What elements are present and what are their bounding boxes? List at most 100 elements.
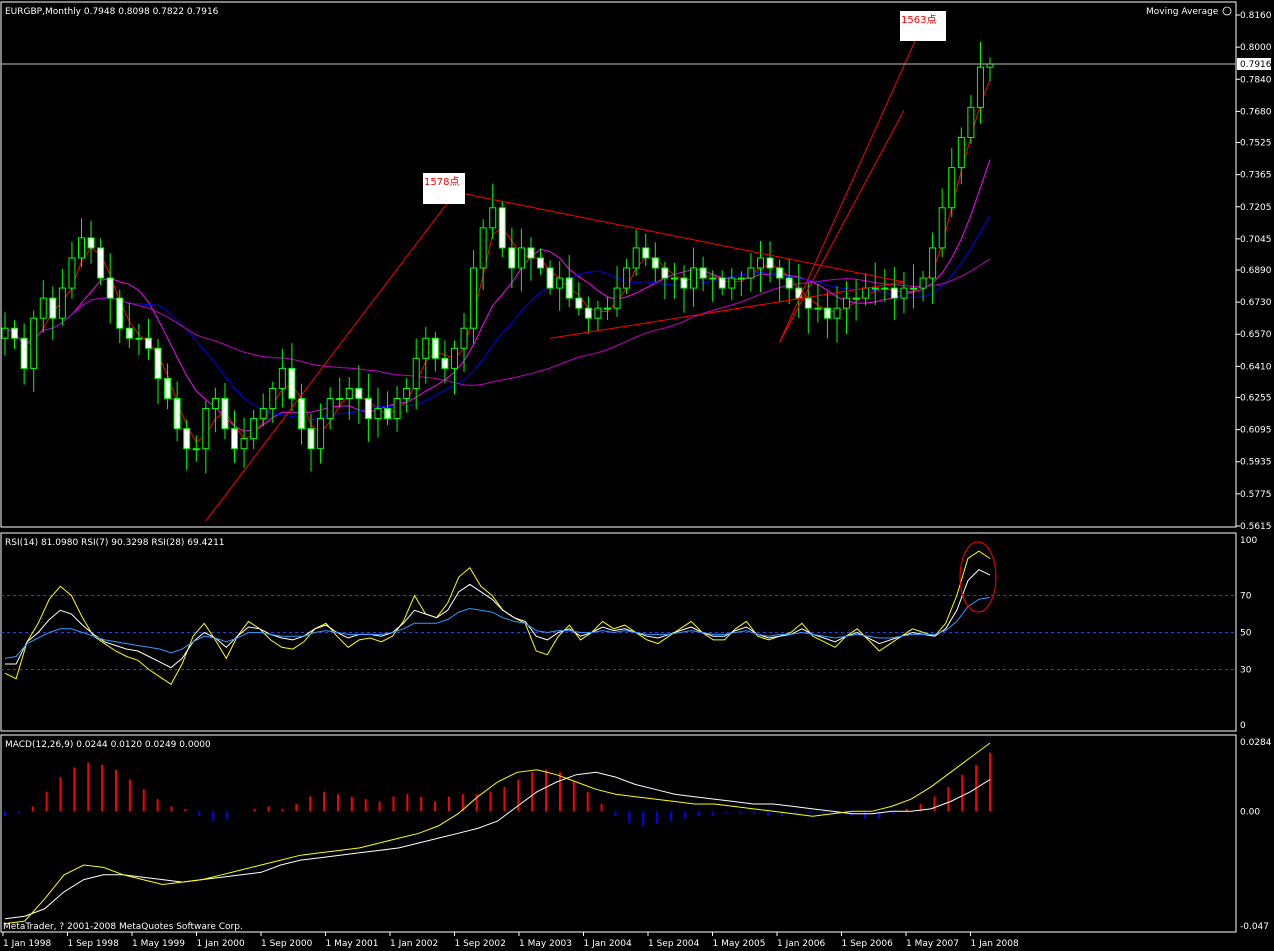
candle-body bbox=[11, 327, 19, 339]
candle-body bbox=[690, 267, 698, 289]
candle-body bbox=[948, 167, 956, 209]
candle-body bbox=[441, 357, 449, 369]
rsi-lines bbox=[4, 550, 991, 686]
candle-body bbox=[575, 297, 583, 309]
rsi-line-2 bbox=[4, 596, 991, 659]
candle-body bbox=[632, 247, 640, 269]
candle-body bbox=[670, 277, 678, 280]
annotation-left-move: 1578点 bbox=[424, 176, 459, 188]
candle-body bbox=[211, 398, 219, 410]
candle-body bbox=[890, 287, 898, 299]
candle-body bbox=[317, 418, 325, 450]
candle-body bbox=[78, 237, 86, 259]
candle-body bbox=[709, 277, 717, 280]
candle-body bbox=[556, 277, 564, 289]
macd-pane-frame bbox=[0, 734, 1237, 933]
x-tick-label: 1 Sep 2002 bbox=[455, 939, 506, 949]
candle-body bbox=[1, 327, 9, 339]
candle-body bbox=[957, 136, 965, 169]
candle-body bbox=[259, 408, 267, 420]
candle-body bbox=[871, 287, 879, 290]
price-tick-label: 0.5615 bbox=[1240, 522, 1272, 532]
candle-body bbox=[823, 307, 831, 319]
candle-body bbox=[699, 267, 707, 279]
rsi-levels: 100 70 50 30 0 bbox=[1, 536, 1257, 731]
candle-body bbox=[527, 247, 535, 259]
smiley-icon bbox=[1222, 6, 1232, 16]
candle-body bbox=[938, 207, 946, 249]
price-tick-label: 0.7840 bbox=[1240, 75, 1272, 85]
candle-body bbox=[250, 418, 258, 440]
chart-title: EURGBP,Monthly 0.7948 0.8098 0.7822 0.79… bbox=[5, 7, 219, 17]
rsi-header: RSI(14) 81.0980 RSI(7) 90.3298 RSI(28) 6… bbox=[5, 538, 225, 548]
candle-body bbox=[269, 387, 277, 410]
price-tag: 0.7916 bbox=[1240, 60, 1272, 70]
candle-body bbox=[460, 327, 468, 349]
candle-body bbox=[909, 287, 917, 290]
time-x-axis: 1 Jan 1998 1 Sep 1998 1 May 1999 1 Jan 2000… bbox=[2, 932, 1019, 949]
candle-body bbox=[862, 287, 870, 299]
candle-body bbox=[384, 408, 392, 420]
candle-body bbox=[49, 297, 57, 319]
candle-body bbox=[221, 398, 229, 430]
candle-body bbox=[900, 287, 908, 299]
candle-body bbox=[843, 297, 851, 309]
x-tick-label: 1 Jan 2000 bbox=[197, 939, 245, 949]
candle-body bbox=[776, 267, 784, 279]
rsi-line-0 bbox=[4, 550, 991, 686]
macd-y-axis: 0.0284 0.00 -0.047 bbox=[1240, 738, 1272, 932]
candle-body bbox=[919, 277, 927, 289]
candle-body bbox=[374, 408, 382, 420]
candle-body bbox=[144, 337, 152, 349]
x-tick-label: 1 Jan 2002 bbox=[390, 939, 438, 949]
candle-body bbox=[58, 287, 66, 319]
candle-body bbox=[393, 398, 401, 420]
candle-body bbox=[278, 367, 286, 389]
x-tick-label: 1 May 2005 bbox=[713, 939, 766, 949]
candle-body bbox=[804, 297, 812, 309]
candle-body bbox=[766, 257, 774, 269]
candle-body bbox=[852, 297, 860, 300]
candle-body bbox=[202, 408, 210, 450]
rsi-tick-label: 0 bbox=[1240, 721, 1246, 731]
ma-slow-line bbox=[4, 215, 991, 421]
candle-body bbox=[642, 247, 650, 259]
candle-body bbox=[30, 317, 38, 369]
candle-body bbox=[403, 387, 411, 400]
x-tick-label: 1 May 1999 bbox=[132, 939, 185, 949]
price-tick-label: 0.7205 bbox=[1240, 203, 1272, 213]
candle-body bbox=[833, 307, 841, 319]
candle-body bbox=[183, 428, 191, 450]
candle-body bbox=[479, 227, 487, 269]
rsi-line-1 bbox=[5, 568, 991, 669]
rsi-highlight-circle bbox=[959, 541, 997, 613]
candle-body bbox=[546, 267, 554, 289]
candle-body bbox=[651, 257, 659, 269]
candle-body bbox=[728, 277, 736, 289]
candle-body bbox=[422, 337, 430, 359]
candle-body bbox=[718, 277, 726, 289]
macd-tick-label: 0.00 bbox=[1240, 807, 1260, 817]
candle-body bbox=[355, 387, 363, 400]
candle-body bbox=[603, 307, 611, 310]
price-tick-label: 0.6730 bbox=[1240, 298, 1272, 308]
rsi-tick-label: 30 bbox=[1240, 666, 1252, 676]
price-tick-label: 0.6410 bbox=[1240, 362, 1272, 372]
candle-body bbox=[737, 277, 745, 280]
candle-body bbox=[498, 207, 506, 249]
candle-body bbox=[680, 277, 688, 289]
price-tick-label: 0.7680 bbox=[1240, 107, 1272, 117]
candle-body bbox=[345, 387, 353, 400]
candle-body bbox=[795, 287, 803, 299]
ma-fast-line bbox=[4, 79, 991, 443]
macd-lines bbox=[4, 742, 991, 925]
candle-body bbox=[20, 337, 28, 369]
candle-body bbox=[929, 247, 937, 279]
x-tick-label: 1 Sep 2000 bbox=[261, 939, 313, 949]
candle-body bbox=[125, 327, 133, 339]
candle-body bbox=[881, 287, 889, 290]
price-tick-label: 0.8000 bbox=[1240, 43, 1272, 53]
candlesticks bbox=[1, 41, 994, 474]
macd-tick-label: 0.0284 bbox=[1240, 738, 1272, 748]
copyright-text: MetaTrader, ? 2001-2008 MetaQuotes Softw… bbox=[3, 922, 243, 932]
